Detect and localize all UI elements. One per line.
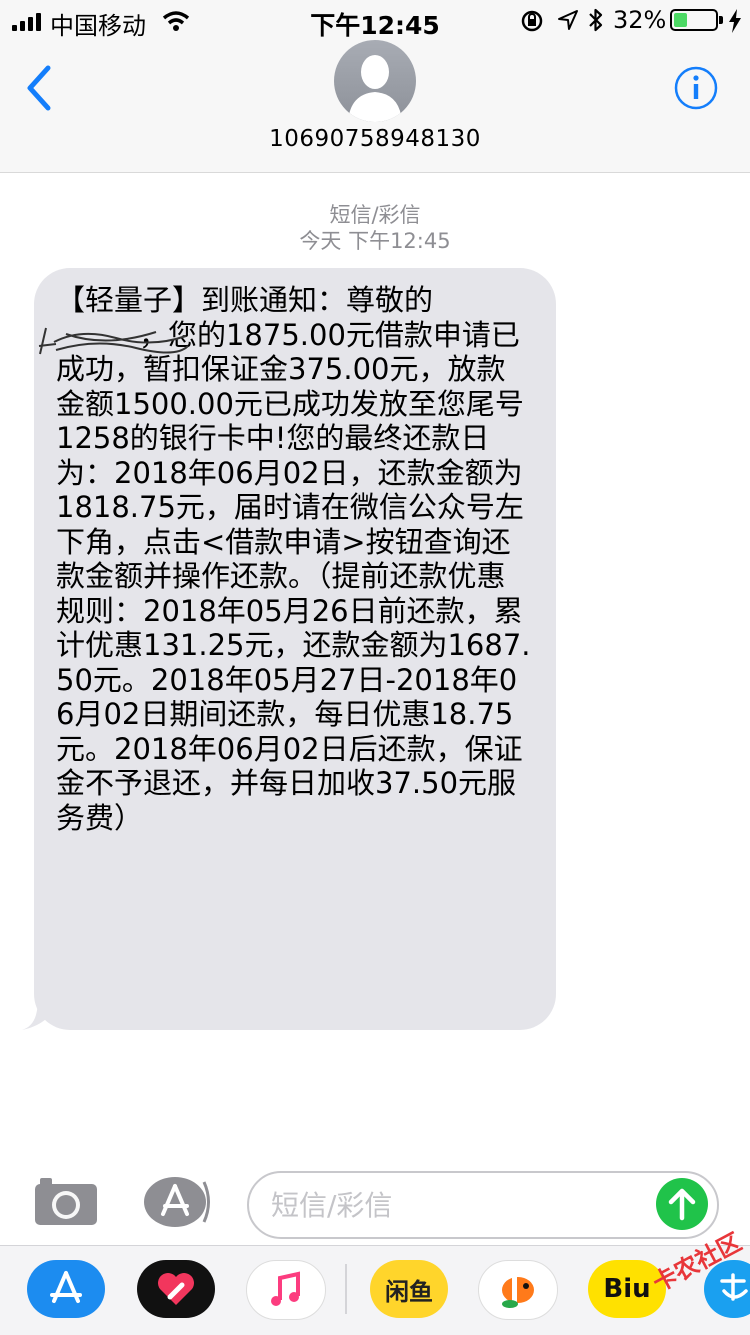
music-app[interactable] xyxy=(246,1260,326,1320)
camera-icon xyxy=(35,1178,97,1225)
send-button[interactable] xyxy=(656,1178,708,1230)
handwritten-redaction xyxy=(38,327,189,355)
bluetooth-icon xyxy=(589,8,603,32)
message-input[interactable] xyxy=(269,1181,653,1229)
clownfish-icon xyxy=(502,1277,534,1308)
app-store-icon xyxy=(50,1271,82,1303)
battery-icon xyxy=(670,9,718,31)
arrow-up-icon xyxy=(668,1188,696,1221)
drawer-divider xyxy=(345,1264,347,1314)
digital-touch-app[interactable] xyxy=(137,1260,215,1318)
location-icon xyxy=(558,10,578,30)
app-store-button[interactable] xyxy=(141,1176,213,1228)
xianyu-app[interactable]: 闲鱼 xyxy=(370,1260,448,1318)
person-silhouette-icon xyxy=(348,55,402,122)
message-timestamp: 今天 下午12:45 xyxy=(299,229,451,253)
charging-icon xyxy=(729,9,741,33)
camera-button[interactable] xyxy=(34,1176,98,1226)
message-text: 【轻量子】到账通知：尊敬的 ，您的1875.00元借款申请已成功，暂扣保证金37… xyxy=(56,283,531,835)
chevron-left-icon[interactable] xyxy=(22,64,54,112)
orientation-lock-icon xyxy=(521,10,543,32)
conversation-header: 10690758948130 xyxy=(0,40,750,173)
contact-avatar[interactable] xyxy=(334,40,416,122)
compose-field[interactable] xyxy=(247,1171,719,1239)
digital-touch-icon xyxy=(158,1273,194,1305)
alipay-icon xyxy=(720,1273,748,1301)
status-bar: 中国移动 下午12:45 32% xyxy=(0,0,750,40)
battery-percent: 32% xyxy=(613,6,667,34)
message-bubble[interactable]: 【轻量子】到账通知：尊敬的 ，您的1875.00元借款申请已成功，暂扣保证金37… xyxy=(34,268,556,1030)
app-store-app[interactable] xyxy=(27,1260,105,1318)
battery-cap xyxy=(719,16,723,24)
info-icon[interactable] xyxy=(673,65,719,111)
app-drawer: 闲鱼 Biu xyxy=(0,1245,750,1335)
battery-fill xyxy=(674,13,687,27)
clownfish-app[interactable] xyxy=(478,1260,558,1320)
contact-number[interactable]: 10690758948130 xyxy=(0,126,750,152)
music-icon xyxy=(271,1271,300,1306)
app-store-icon xyxy=(144,1177,210,1227)
